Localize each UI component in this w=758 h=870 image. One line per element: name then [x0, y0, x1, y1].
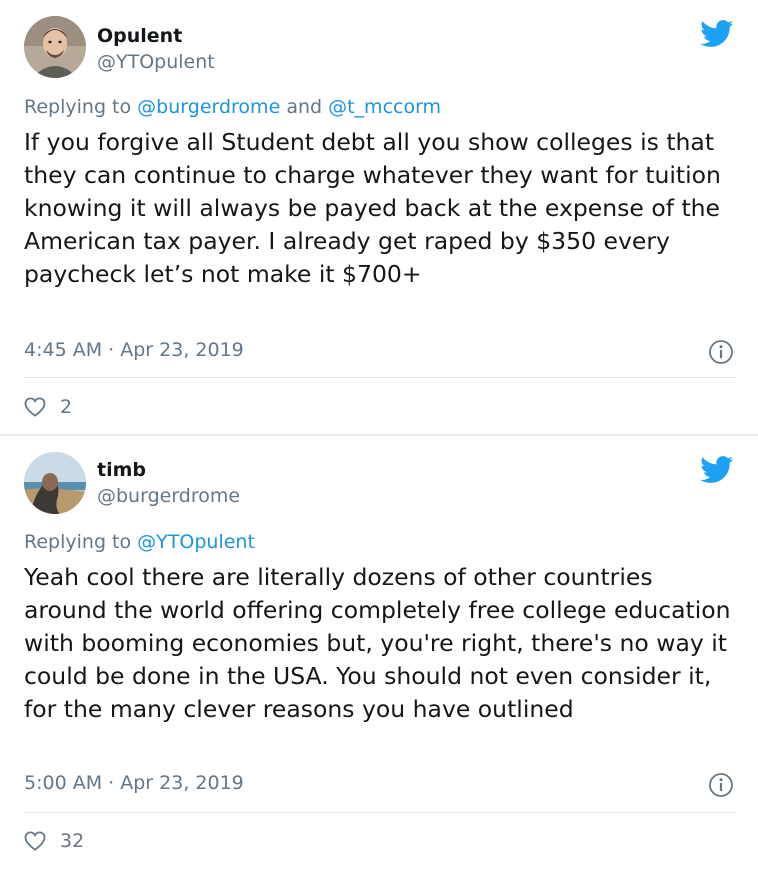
reply-joiner: and [286, 96, 323, 118]
tweet-text: If you forgive all Student debt all you … [24, 128, 721, 288]
tweet-date: Apr 23, 2019 [120, 772, 244, 794]
avatar-photo [24, 16, 86, 78]
tweet-time: 5:00 AM [24, 772, 103, 794]
mention-link[interactable]: @YTOpulent [137, 531, 255, 553]
heart-icon [24, 397, 46, 417]
like-button[interactable]: 2 [24, 392, 72, 422]
divider-line [24, 377, 736, 378]
info-icon[interactable] [708, 772, 734, 798]
user-handle[interactable]: @YTOpulent [97, 51, 215, 73]
avatar[interactable] [24, 16, 86, 78]
avatar-photo [24, 452, 86, 514]
reply-prefix: Replying to [24, 96, 132, 118]
info-icon[interactable] [708, 339, 734, 365]
mention-link[interactable]: @t_mccorm [328, 96, 441, 118]
heart-icon [24, 831, 46, 851]
mention-link[interactable]: @burgerdrome [137, 96, 280, 118]
divider-line [24, 812, 736, 813]
twitter-bird-icon[interactable] [700, 456, 734, 484]
display-name[interactable]: Opulent [97, 25, 182, 47]
tweet-card: Opulent @YTOpulent Replying to @burgerdr… [0, 0, 758, 434]
tweet-date: Apr 23, 2019 [120, 339, 244, 361]
tweet-time: 4:45 AM [24, 339, 103, 361]
user-handle[interactable]: @burgerdrome [97, 485, 240, 507]
like-button[interactable]: 32 [24, 826, 84, 856]
replying-to: Replying to @burgerdrome and @t_mccorm [24, 96, 441, 118]
tweet-text: Yeah cool there are literally dozens of … [24, 563, 731, 723]
tweet-card: timb @burgerdrome Replying to @YTOpulent… [0, 436, 758, 870]
display-name[interactable]: timb [97, 459, 146, 481]
replying-to: Replying to @YTOpulent [24, 531, 255, 553]
twitter-bird-icon[interactable] [700, 20, 734, 48]
like-count: 2 [60, 396, 73, 418]
meta-separator: · [108, 339, 115, 361]
meta-separator: · [108, 772, 115, 794]
like-count: 32 [60, 830, 85, 852]
reply-prefix: Replying to [24, 531, 132, 553]
tweet-timestamp[interactable]: 5:00 AM · Apr 23, 2019 [24, 772, 244, 794]
avatar[interactable] [24, 452, 86, 514]
tweet-timestamp[interactable]: 4:45 AM · Apr 23, 2019 [24, 339, 244, 361]
